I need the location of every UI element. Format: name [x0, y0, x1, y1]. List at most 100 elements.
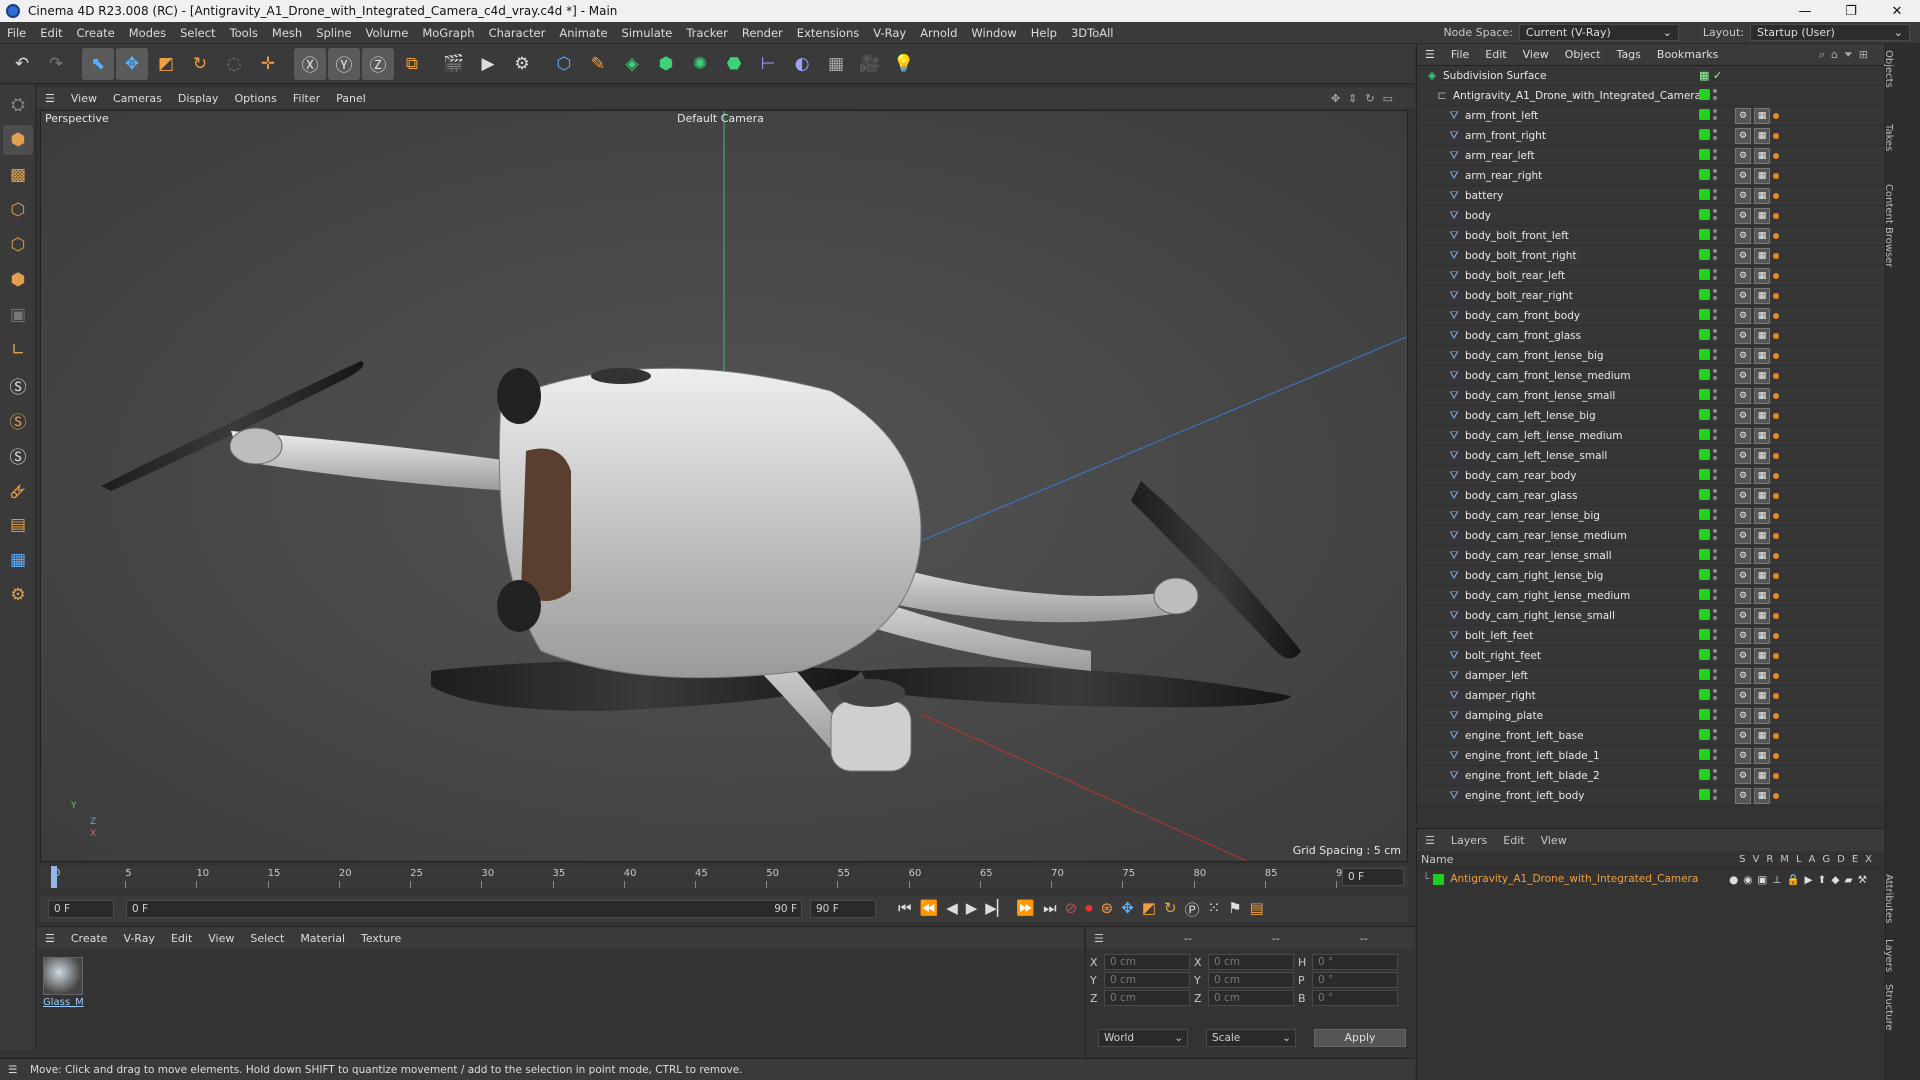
object-row[interactable]: ⛛ body_bolt_rear_right ⚙ ▦: [1417, 286, 1884, 306]
object-row[interactable]: ⛛ battery ⚙ ▦: [1417, 186, 1884, 206]
render-dots[interactable]: [1713, 329, 1718, 340]
key-position-icon[interactable]: ✥: [1121, 899, 1134, 920]
floor-button[interactable]: ▦: [820, 48, 852, 80]
material-tag-dot[interactable]: [1773, 473, 1779, 479]
render-dots[interactable]: [1713, 449, 1718, 460]
go-to-end-icon[interactable]: ⏭: [1043, 899, 1057, 920]
hamburger-icon[interactable]: ☰: [1094, 932, 1104, 945]
lock-workplane-icon[interactable]: ⚙: [3, 580, 33, 610]
menu-window[interactable]: Window: [964, 26, 1023, 40]
viewport-menu-view[interactable]: View: [63, 92, 105, 105]
render-dots[interactable]: [1713, 709, 1718, 720]
visibility-dot[interactable]: [1699, 149, 1710, 160]
coord-size-mode-dropdown[interactable]: Scale ⌄: [1206, 1029, 1296, 1047]
vray-tag-icon[interactable]: ⚙: [1735, 648, 1751, 664]
hamburger-icon[interactable]: ☰: [8, 1064, 17, 1076]
object-row[interactable]: ⛛ body_cam_left_lense_small ⚙ ▦: [1417, 446, 1884, 466]
render-dots[interactable]: [1713, 469, 1718, 480]
deformer-button[interactable]: ⬣: [718, 48, 750, 80]
layer-menu-layers[interactable]: Layers: [1443, 834, 1495, 847]
render-dots[interactable]: [1713, 629, 1718, 640]
vray-tag-icon[interactable]: ⚙: [1735, 508, 1751, 524]
cube-object-button[interactable]: ⬡: [548, 48, 580, 80]
render-dots[interactable]: [1713, 129, 1718, 140]
coord-value-field[interactable]: 0 °: [1312, 990, 1398, 1006]
vray-tag-icon[interactable]: ⚙: [1735, 688, 1751, 704]
texture-tag-icon[interactable]: ▦: [1754, 268, 1770, 284]
move-tool-button[interactable]: ✥: [116, 47, 148, 80]
vray-tag-icon[interactable]: ⚙: [1735, 148, 1751, 164]
object-row[interactable]: ⛛ bolt_right_feet ⚙ ▦: [1417, 646, 1884, 666]
coord-value-field[interactable]: 0 cm: [1104, 972, 1190, 988]
menu-select[interactable]: Select: [173, 26, 222, 40]
texture-tag-icon[interactable]: ▦: [1754, 228, 1770, 244]
object-row[interactable]: ⛛ body_cam_right_lense_small ⚙ ▦: [1417, 606, 1884, 626]
z-axis-lock-button[interactable]: Ⓩ: [362, 47, 394, 80]
prev-key-icon[interactable]: ⏪: [920, 899, 939, 920]
hamburger-icon[interactable]: ☰: [1417, 48, 1443, 61]
menu-volume[interactable]: Volume: [359, 26, 416, 40]
layer-grid-icon[interactable]: ▦: [3, 545, 33, 575]
viewport-menu-options[interactable]: Options: [226, 92, 284, 105]
visibility-dot[interactable]: [1699, 469, 1710, 480]
node-space-dropdown[interactable]: Current (V-Ray) ⌄: [1518, 24, 1679, 41]
render-dots[interactable]: [1713, 349, 1718, 360]
visibility-dot[interactable]: [1699, 369, 1710, 380]
texture-tag-icon[interactable]: ▦: [1754, 688, 1770, 704]
material-tag-dot[interactable]: [1773, 613, 1779, 619]
material-tag-dot[interactable]: [1773, 633, 1779, 639]
vray-tag-icon[interactable]: ⚙: [1735, 188, 1751, 204]
menu-modes[interactable]: Modes: [122, 26, 173, 40]
vray-tag-icon[interactable]: ⚙: [1735, 708, 1751, 724]
keyframe-icon[interactable]: ⊛: [1101, 899, 1114, 920]
visibility-dot[interactable]: [1699, 729, 1710, 740]
render-dots[interactable]: [1713, 309, 1718, 320]
visibility-dot[interactable]: [1699, 569, 1710, 580]
object-row[interactable]: ⛛ body_bolt_front_right ⚙ ▦: [1417, 246, 1884, 266]
object-row[interactable]: ⛛ body_bolt_rear_left ⚙ ▦: [1417, 266, 1884, 286]
layer-menu-edit[interactable]: Edit: [1495, 834, 1532, 847]
vray-tag-icon[interactable]: ⚙: [1735, 268, 1751, 284]
texture-tag-icon[interactable]: ▦: [1754, 748, 1770, 764]
render-dots[interactable]: [1713, 529, 1718, 540]
object-row[interactable]: ⛛ engine_front_left_base ⚙ ▦: [1417, 726, 1884, 746]
texture-tag-icon[interactable]: ▦: [1754, 788, 1770, 804]
viewport-nav-icons[interactable]: ✥⇕↻▭: [1331, 92, 1415, 105]
vray-tag-icon[interactable]: ⚙: [1735, 408, 1751, 424]
object-row-subdivision[interactable]: ◈ Subdivision Surface ▦ ✓: [1417, 66, 1884, 86]
vray-tag-icon[interactable]: ⚙: [1735, 788, 1751, 804]
layer-toggle-icons[interactable]: ●◉▣⊥🔒▶⬆◆▰⚒: [1729, 873, 1884, 886]
object-row[interactable]: ⛛ engine_front_left_blade_1 ⚙ ▦: [1417, 746, 1884, 766]
tab-takes[interactable]: Takes: [1883, 124, 1894, 151]
vray-tag-icon[interactable]: ⚙: [1735, 488, 1751, 504]
timeline-end-field[interactable]: 0 F: [1342, 868, 1404, 886]
render-dots[interactable]: [1713, 289, 1718, 300]
vray-tag-icon[interactable]: ⚙: [1735, 428, 1751, 444]
vray-tag-icon[interactable]: ⚙: [1735, 728, 1751, 744]
object-row[interactable]: ⛛ body_cam_left_lense_big ⚙ ▦: [1417, 406, 1884, 426]
render-dots[interactable]: [1713, 109, 1718, 120]
vray-tag-icon[interactable]: ⚙: [1735, 348, 1751, 364]
material-menu-create[interactable]: Create: [63, 932, 116, 945]
texture-tag-icon[interactable]: ▦: [1754, 188, 1770, 204]
current-frame-field[interactable]: 0 F: [48, 900, 114, 918]
play-icon[interactable]: ▶: [966, 899, 978, 920]
texture-tag-icon[interactable]: ▦: [1754, 648, 1770, 664]
vray-tag-icon[interactable]: ⚙: [1735, 368, 1751, 384]
viewport-menu-cameras[interactable]: Cameras: [105, 92, 170, 105]
vray-tag-icon[interactable]: ⚙: [1735, 308, 1751, 324]
menu-character[interactable]: Character: [482, 26, 553, 40]
menu-mograph[interactable]: MoGraph: [415, 26, 481, 40]
texture-tag-icon[interactable]: ▦: [1754, 568, 1770, 584]
texture-tag-icon[interactable]: ▦: [1754, 488, 1770, 504]
material-menu-view[interactable]: View: [200, 932, 242, 945]
material-tag-dot[interactable]: [1773, 573, 1779, 579]
menu-spline[interactable]: Spline: [309, 26, 358, 40]
menu-simulate[interactable]: Simulate: [615, 26, 680, 40]
menu-help[interactable]: Help: [1024, 26, 1064, 40]
material-menu-vray[interactable]: V-Ray: [115, 932, 163, 945]
object-row[interactable]: ⛛ body_cam_left_lense_medium ⚙ ▦: [1417, 426, 1884, 446]
material-tag-dot[interactable]: [1773, 253, 1779, 259]
vray-tag-icon[interactable]: ⚙: [1735, 248, 1751, 264]
material-tag-dot[interactable]: [1773, 433, 1779, 439]
